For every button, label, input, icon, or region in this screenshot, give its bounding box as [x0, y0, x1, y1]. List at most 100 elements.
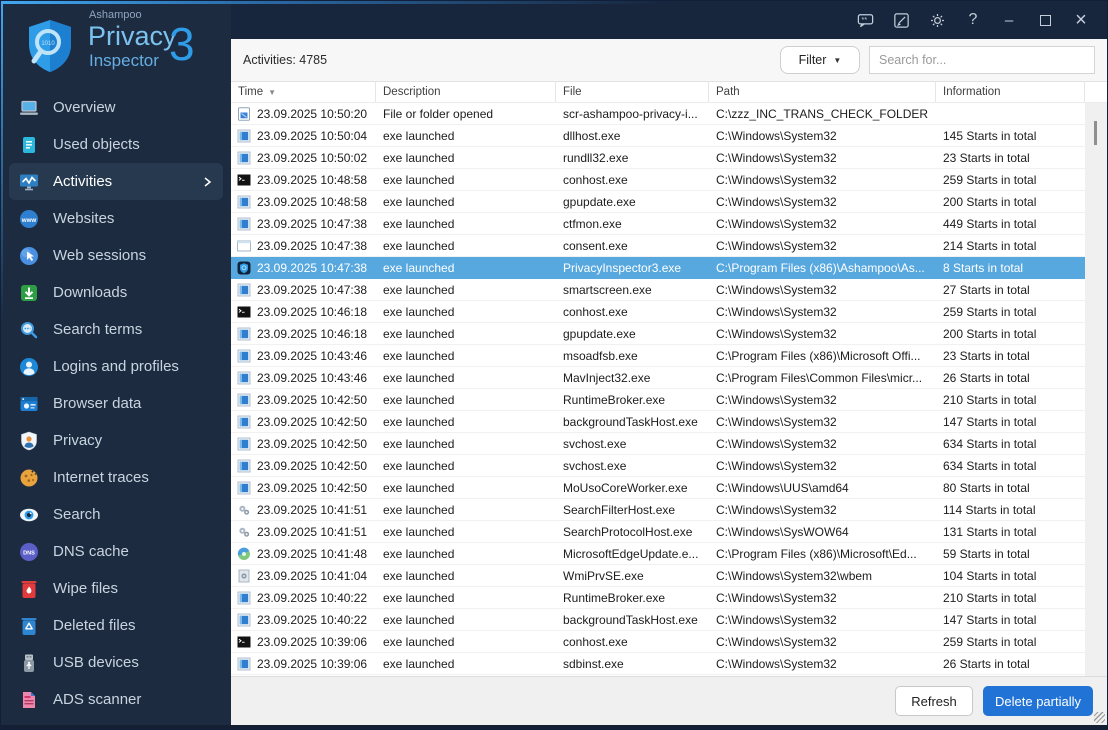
notes-icon[interactable]	[883, 5, 919, 35]
table-row[interactable]: 23.09.2025 10:40:22 exe launched backgroun…	[231, 609, 1085, 631]
sidebar-item-dns-cache[interactable]: DNS DNS cache	[9, 533, 223, 570]
cell-time: 23.09.2025 10:42:50	[231, 437, 376, 451]
scrollbar-thumb[interactable]	[1094, 121, 1097, 145]
cell-path: C:\Program Files (x86)\Ashampoo\As...	[716, 260, 925, 275]
table-row[interactable]: 23.09.2025 10:39:06 exe launched sdbinst.e…	[231, 653, 1085, 675]
cell-time-text: 23.09.2025 10:40:22	[257, 612, 368, 627]
column-header-file[interactable]: File	[556, 82, 709, 102]
cell-information: 27 Starts in total	[943, 282, 1030, 297]
exe-window-icon	[237, 217, 251, 231]
table-row[interactable]: 23.09.2025 10:46:18 exe launched conhost.e…	[231, 301, 1085, 323]
sidebar-item-ads-scanner[interactable]: ADS scanner	[9, 681, 223, 718]
close-icon[interactable]: ×	[1063, 5, 1099, 35]
cell-path: C:\Windows\System32	[716, 436, 837, 451]
sidebar-item-privacy[interactable]: Privacy	[9, 422, 223, 459]
table-row[interactable]: 23.09.2025 10:41:51 exe launched SearchPro…	[231, 521, 1085, 543]
table-row[interactable]: 23.09.2025 10:50:02 exe launched rundll32.…	[231, 147, 1085, 169]
console-icon	[237, 173, 251, 187]
cell-file: gpupdate.exe	[563, 194, 636, 209]
table-row[interactable]: 23.09.2025 10:47:38 exe launched ctfmon.ex…	[231, 213, 1085, 235]
cell-time-text: 23.09.2025 10:50:04	[257, 128, 368, 143]
chevron-down-icon: ▼	[833, 55, 842, 65]
table-row[interactable]: 23.09.2025 10:42:50 exe launched RuntimeBr…	[231, 389, 1085, 411]
table-row[interactable]: 23.09.2025 10:39:06 exe launched conhost.e…	[231, 631, 1085, 653]
cell-file: backgroundTaskHost.exe	[563, 414, 698, 429]
table-rows: 23.09.2025 10:50:20 File or folder opened…	[231, 103, 1085, 675]
column-header-label: Path	[716, 86, 740, 98]
sidebar-item-label: USB devices	[53, 654, 139, 671]
column-header-path[interactable]: Path	[709, 82, 936, 102]
table-row[interactable]: 23.09.2025 10:46:18 exe launched gpupdate.…	[231, 323, 1085, 345]
sidebar-item-deleted-files[interactable]: Deleted files	[9, 607, 223, 644]
table-row[interactable]: 23.09.2025 10:47:38 exe launched consent.e…	[231, 235, 1085, 257]
cell-time-text: 23.09.2025 10:41:51	[257, 524, 368, 539]
table-row[interactable]: 23.09.2025 10:50:04 exe launched dllhost.e…	[231, 125, 1085, 147]
table-row[interactable]: 23.09.2025 10:42:50 exe launched svchost.e…	[231, 455, 1085, 477]
table-row[interactable]: 23.09.2025 10:43:46 exe launched MavInject…	[231, 367, 1085, 389]
table-row[interactable]: 23.09.2025 10:43:46 exe launched msoadfsb.…	[231, 345, 1085, 367]
table-row[interactable]: 23.09.2025 10:41:51 exe launched SearchFil…	[231, 499, 1085, 521]
table-row[interactable]: 23.09.2025 10:42:50 exe launched svchost.e…	[231, 433, 1085, 455]
sidebar-item-search-terms[interactable]: Search terms	[9, 311, 223, 348]
settings-icon[interactable]	[919, 5, 955, 35]
cell-description: exe launched	[383, 370, 455, 385]
cell-file: SearchFilterHost.exe	[563, 502, 676, 517]
cell-path: C:\Windows\SysWOW64	[716, 524, 849, 539]
exe-window-icon	[237, 349, 251, 363]
cell-file: conhost.exe	[563, 304, 628, 319]
minimize-icon[interactable]: –	[991, 5, 1027, 35]
sidebar-item-usb-devices[interactable]: USB devices	[9, 644, 223, 681]
column-header-information[interactable]: Information	[936, 82, 1085, 102]
sidebar-item-activities[interactable]: Activities	[9, 163, 223, 200]
sidebar-item-search[interactable]: Search	[9, 496, 223, 533]
sidebar-item-overview[interactable]: Overview	[9, 89, 223, 126]
exe-window-icon	[237, 195, 251, 209]
table-row[interactable]: 23.09.2025 10:48:58 exe launched gpupdate.…	[231, 191, 1085, 213]
table-row[interactable]: 23.09.2025 10:42:50 exe launched backgroun…	[231, 411, 1085, 433]
filter-button[interactable]: Filter ▼	[780, 46, 860, 74]
table-row[interactable]: 23.09.2025 10:40:22 exe launched RuntimeBr…	[231, 587, 1085, 609]
activities-count-label: Activities: 4785	[243, 53, 328, 67]
cell-time: 23.09.2025 10:41:48	[231, 547, 376, 561]
sidebar-item-used-objects[interactable]: Used objects	[9, 126, 223, 163]
cell-description: exe launched	[383, 524, 455, 539]
cookie-icon	[19, 468, 39, 488]
cell-file: WmiPrvSE.exe	[563, 568, 644, 583]
table-row[interactable]: 23.09.2025 10:41:04 exe launched WmiPrvSE.…	[231, 565, 1085, 587]
search-input[interactable]	[869, 46, 1095, 74]
cell-description: exe launched	[383, 172, 455, 187]
sidebar-item-internet-traces[interactable]: Internet traces	[9, 459, 223, 496]
wmi-gear-icon	[237, 569, 251, 583]
vertical-scrollbar[interactable]	[1085, 103, 1107, 676]
sidebar-item-logins-and-profiles[interactable]: Logins and profiles	[9, 348, 223, 385]
cell-time-text: 23.09.2025 10:40:22	[257, 590, 368, 605]
column-header-label: Time	[238, 86, 264, 98]
feedback-icon[interactable]: **	[847, 5, 883, 35]
sidebar-item-websites[interactable]: www Websites	[9, 200, 223, 237]
sidebar-item-downloads[interactable]: Downloads	[9, 274, 223, 311]
table-row[interactable]: 23.09.2025 10:48:58 exe launched conhost.e…	[231, 169, 1085, 191]
sidebar-item-browser-data[interactable]: Browser data	[9, 385, 223, 422]
cell-path: C:\Windows\System32\wbem	[716, 568, 873, 583]
column-header-time[interactable]: Time ▼	[231, 82, 376, 102]
table-row[interactable]: 23.09.2025 10:50:20 File or folder opened…	[231, 103, 1085, 125]
cell-description: exe launched	[383, 216, 455, 231]
maximize-icon[interactable]	[1027, 5, 1063, 35]
table-row[interactable]: 23.09.2025 10:47:38 exe launched PrivacyIn…	[231, 257, 1085, 279]
main-panel: **?– × Activities: 4785 Filter ▼ Time ▼ Des…	[231, 1, 1107, 729]
column-header-description[interactable]: Description	[376, 82, 556, 102]
sidebar-item-wipe-files[interactable]: Wipe files	[9, 570, 223, 607]
refresh-button[interactable]: Refresh	[895, 686, 973, 716]
exe-window-icon	[237, 327, 251, 341]
cell-information: 147 Starts in total	[943, 612, 1037, 627]
delete-partially-button[interactable]: Delete partially	[983, 686, 1093, 716]
resize-grip-icon[interactable]	[1094, 712, 1105, 723]
sidebar-item-web-sessions[interactable]: Web sessions	[9, 237, 223, 274]
cell-information: 259 Starts in total	[943, 172, 1037, 187]
table-row[interactable]: 23.09.2025 10:47:38 exe launched smartscre…	[231, 279, 1085, 301]
table-row[interactable]: 23.09.2025 10:42:50 exe launched MoUsoCore…	[231, 477, 1085, 499]
help-icon[interactable]: ?	[955, 5, 991, 35]
exe-window-icon	[237, 459, 251, 473]
table-body: 23.09.2025 10:50:20 File or folder opened…	[231, 103, 1107, 676]
table-row[interactable]: 23.09.2025 10:41:48 exe launched Microsoft…	[231, 543, 1085, 565]
